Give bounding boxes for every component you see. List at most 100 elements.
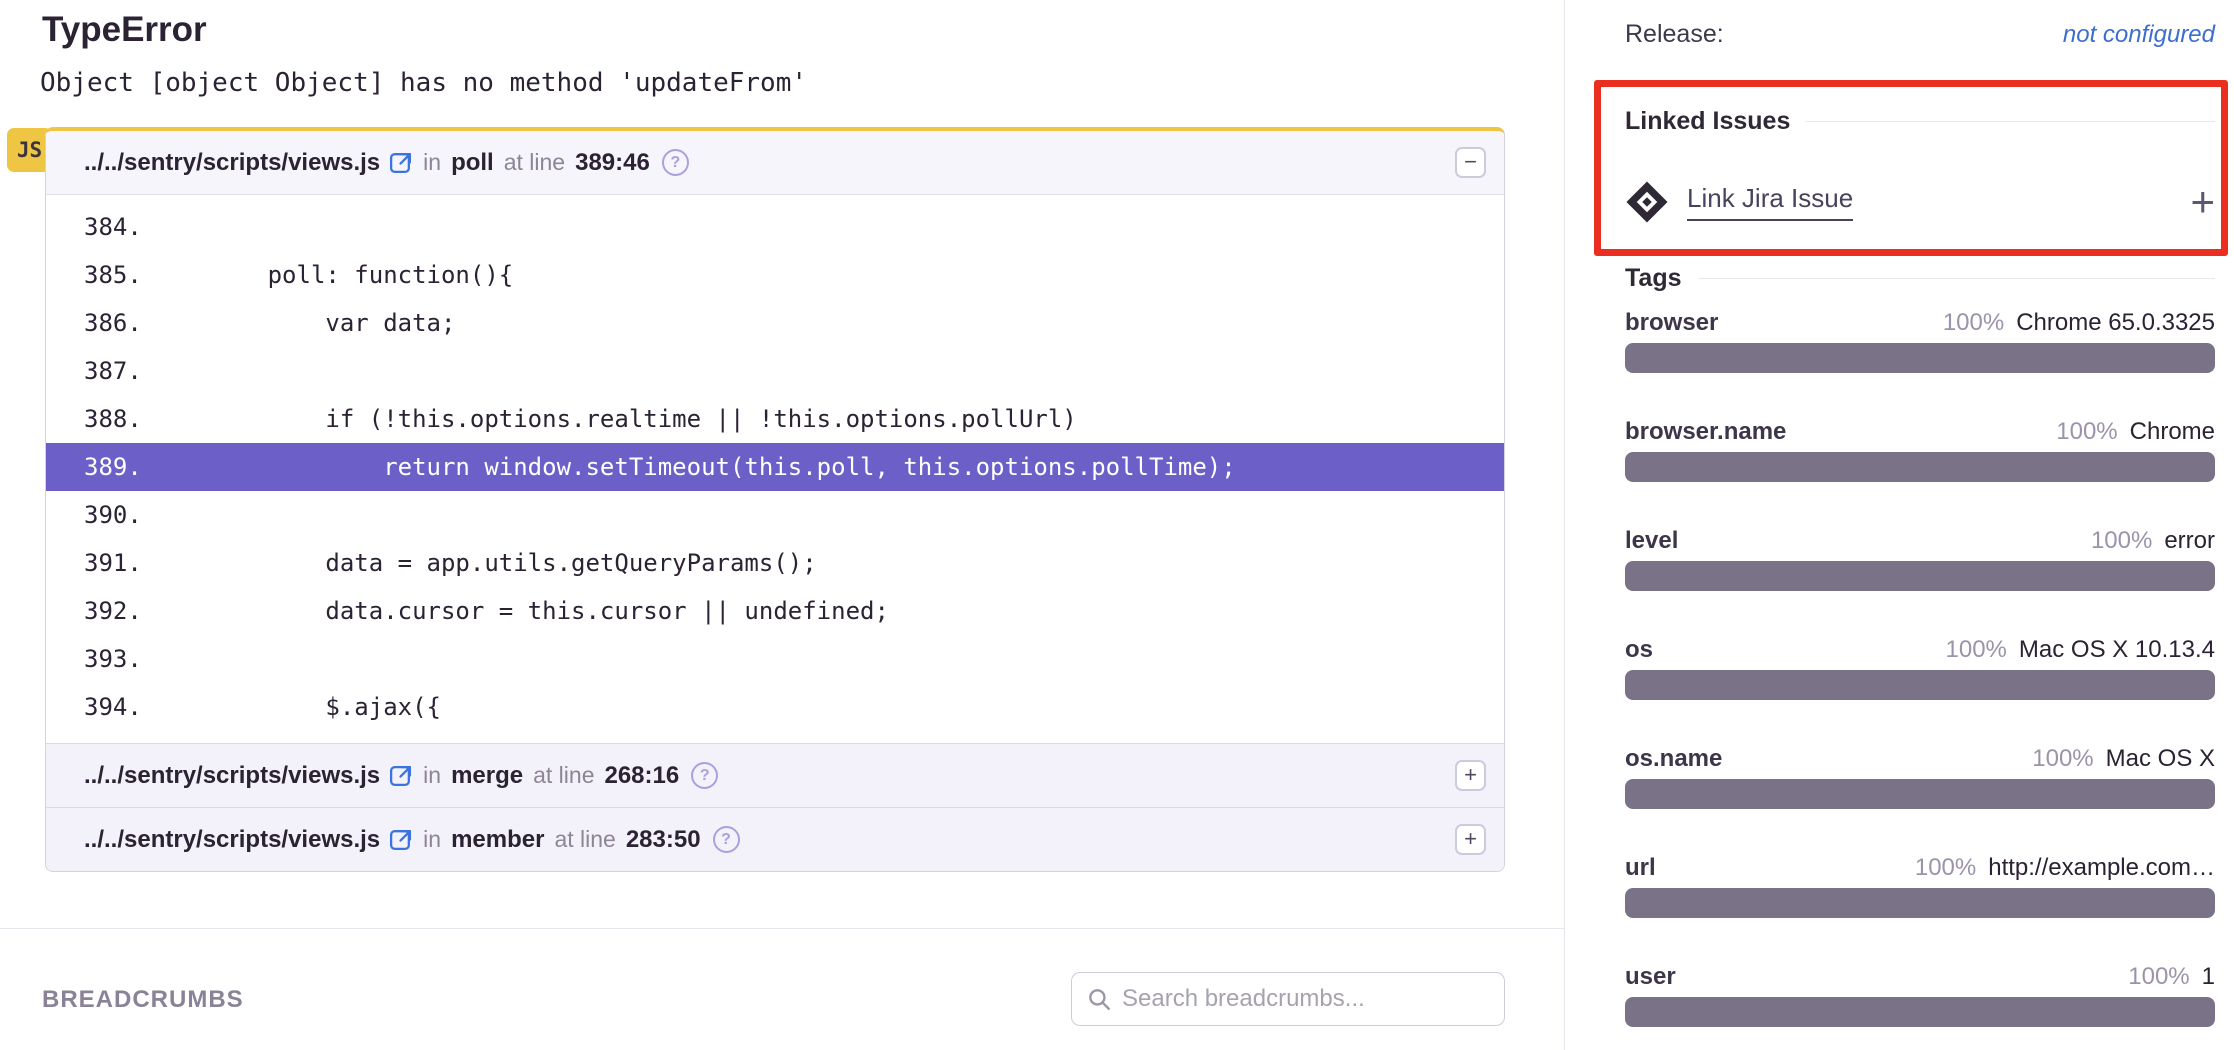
error-type-title: TypeError [42, 10, 207, 50]
breadcrumbs-search-box[interactable] [1071, 972, 1505, 1026]
release-row: Release: not configured [1625, 20, 2215, 49]
tag-value[interactable]: Chrome [2130, 418, 2215, 445]
frame-in-label: in [423, 762, 441, 789]
line-number: 385. [84, 251, 152, 299]
expand-frame-button[interactable]: + [1455, 760, 1486, 791]
code-line-388: 388. if (!this.options.realtime || !this… [46, 395, 1504, 443]
stack-frame-header-member[interactable]: ../../sentry/scripts/views.js in member … [46, 807, 1504, 871]
expand-frame-button[interactable]: + [1455, 824, 1486, 855]
tag-percent: 100% [1946, 636, 2007, 663]
tag-value[interactable]: Mac OS X 10.13.4 [2019, 636, 2215, 663]
tag-key[interactable]: os [1625, 636, 1653, 664]
tag-value[interactable]: Chrome 65.0.3325 [2016, 309, 2215, 336]
tag-key[interactable]: user [1625, 963, 1676, 991]
frame-file-path[interactable]: ../../sentry/scripts/views.js [84, 149, 380, 177]
section-divider [0, 928, 1565, 929]
tag-percent: 100% [2128, 963, 2189, 990]
tag-row-browser: browser 100%Chrome 65.0.3325 [1625, 309, 2215, 373]
code-line-384: 384. [46, 203, 1504, 251]
code-line-389-highlighted: 389. return window.setTimeout(this.poll,… [46, 443, 1504, 491]
code-line-394: 394. $.ajax({ [46, 683, 1504, 731]
line-number: 384. [84, 203, 152, 251]
collapse-frame-button[interactable]: − [1455, 147, 1486, 178]
external-link-icon[interactable] [388, 150, 413, 175]
tags-list: browser 100%Chrome 65.0.3325 browser.nam… [1625, 309, 2215, 1027]
tag-value[interactable]: Mac OS X [2106, 745, 2215, 772]
tag-percent: 100% [2056, 418, 2117, 445]
search-icon [1086, 986, 1112, 1012]
tag-value[interactable]: http://example.com… [1988, 854, 2215, 881]
line-code: data.cursor = this.cursor || undefined; [152, 587, 889, 635]
error-message: Object [object Object] has no method 'up… [40, 68, 807, 98]
linked-issues-title: Linked Issues [1625, 107, 1790, 136]
frame-line-number: 389:46 [575, 149, 650, 177]
tag-key[interactable]: level [1625, 527, 1678, 555]
external-link-icon[interactable] [388, 763, 413, 788]
tag-distribution-bar[interactable] [1625, 997, 2215, 1027]
code-line-393: 393. [46, 635, 1504, 683]
stack-frame-header-merge[interactable]: ../../sentry/scripts/views.js in merge a… [46, 743, 1504, 807]
breadcrumbs-search-input[interactable] [1122, 985, 1490, 1013]
tag-key[interactable]: browser.name [1625, 418, 1786, 446]
add-linked-issue-button[interactable]: + [2190, 184, 2215, 220]
tag-key[interactable]: browser [1625, 309, 1718, 337]
help-icon[interactable]: ? [713, 826, 740, 853]
issue-sidebar: Release: not configured Linked Issues Li… [1566, 0, 2234, 1050]
line-code: poll: function(){ [152, 251, 513, 299]
tag-distribution-bar[interactable] [1625, 343, 2215, 373]
help-icon[interactable]: ? [662, 149, 689, 176]
frame-function-name: merge [451, 762, 523, 790]
release-not-configured-link[interactable]: not configured [2063, 21, 2215, 49]
tag-row-os: os 100% Mac OS X 10.13.4 [1625, 636, 2215, 700]
breadcrumbs-section-title: BREADCRUMBS [42, 986, 244, 1014]
tag-distribution-bar[interactable] [1625, 452, 2215, 482]
header-rule [1698, 278, 2216, 279]
line-number: 393. [84, 635, 152, 683]
link-jira-issue-link[interactable]: Link Jira Issue [1687, 183, 1853, 221]
stack-trace-container: ../../sentry/scripts/views.js in poll at… [45, 127, 1505, 872]
line-number: 390. [84, 491, 152, 539]
tag-distribution-bar[interactable] [1625, 888, 2215, 918]
tag-row-browser-name: browser.name 100% Chrome [1625, 418, 2215, 482]
source-code-block: 384. 385. poll: function(){ 386. var dat… [46, 195, 1504, 743]
external-link-icon[interactable] [388, 827, 413, 852]
issue-detail-panel: TypeError Object [object Object] has no … [0, 0, 1565, 1050]
code-line-387: 387. [46, 347, 1504, 395]
tag-key[interactable]: url [1625, 854, 1656, 882]
tag-key[interactable]: os.name [1625, 745, 1722, 773]
tag-percent: 100% [2032, 745, 2093, 772]
frame-file-path[interactable]: ../../sentry/scripts/views.js [84, 762, 380, 790]
line-code: if (!this.options.realtime || !this.opti… [152, 395, 1077, 443]
tag-percent: 100% [1915, 854, 1976, 881]
frame-file-path[interactable]: ../../sentry/scripts/views.js [84, 826, 380, 854]
help-icon[interactable]: ? [691, 762, 718, 789]
code-line-391: 391. data = app.utils.getQueryParams(); [46, 539, 1504, 587]
tag-value[interactable]: 1 [2202, 963, 2215, 990]
line-code: return window.setTimeout(this.poll, this… [152, 443, 1236, 491]
tag-distribution-bar[interactable] [1625, 561, 2215, 591]
frame-in-label: in [423, 826, 441, 853]
line-number: 392. [84, 587, 152, 635]
line-number: 387. [84, 347, 152, 395]
line-code: $.ajax({ [152, 683, 441, 731]
tags-title: Tags [1625, 264, 1682, 293]
tag-row-level: level 100%error [1625, 527, 2215, 591]
line-number: 394. [84, 683, 152, 731]
code-line-385: 385. poll: function(){ [46, 251, 1504, 299]
header-rule [1806, 121, 2215, 122]
tag-distribution-bar[interactable] [1625, 779, 2215, 809]
frame-atline-label: at line [533, 762, 594, 789]
release-label: Release: [1625, 20, 1724, 49]
line-number: 391. [84, 539, 152, 587]
code-line-390: 390. [46, 491, 1504, 539]
frame-line-number: 268:16 [604, 762, 679, 790]
line-number: 389. [84, 443, 152, 491]
stack-frame-header-poll[interactable]: ../../sentry/scripts/views.js in poll at… [46, 131, 1504, 195]
line-number: 386. [84, 299, 152, 347]
tag-value[interactable]: error [2164, 527, 2215, 554]
jira-icon [1625, 180, 1669, 224]
tag-row-os-name: os.name 100% Mac OS X [1625, 745, 2215, 809]
tags-header: Tags [1625, 264, 2215, 293]
tag-distribution-bar[interactable] [1625, 670, 2215, 700]
frame-atline-label: at line [504, 149, 565, 176]
